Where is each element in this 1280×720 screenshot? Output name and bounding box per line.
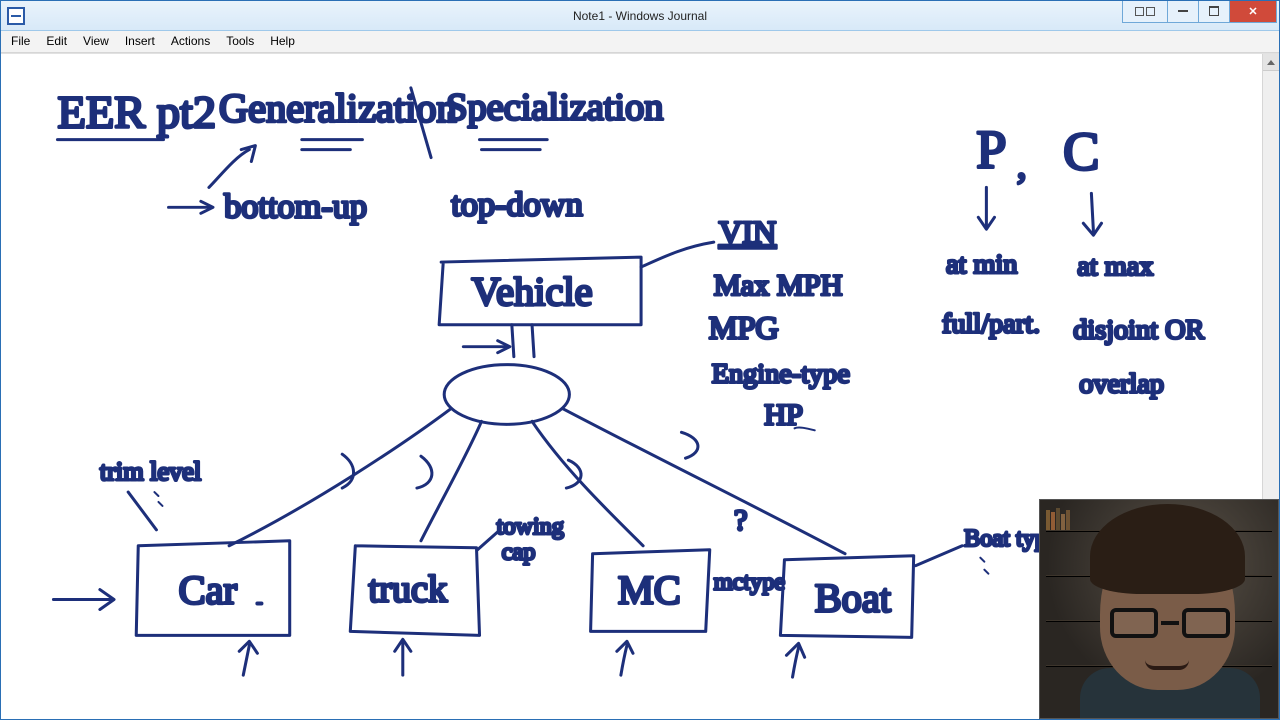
app-icon <box>7 7 25 25</box>
ink-mpg: MPG <box>709 310 779 346</box>
ink-p: P <box>976 120 1006 180</box>
menu-tools[interactable]: Tools <box>218 31 262 52</box>
ink-at-max: at max <box>1077 251 1153 282</box>
menu-insert[interactable]: Insert <box>117 31 163 52</box>
ink-full-part: full/part. <box>942 309 1040 340</box>
menu-view[interactable]: View <box>75 31 117 52</box>
journal-window: Note1 - Windows Journal ✕ File Edit View… <box>0 0 1280 720</box>
ink-bottom-up: bottom-up <box>224 188 367 225</box>
ink-at-min: at min <box>946 249 1017 280</box>
ink-disjoint-or: disjoint OR <box>1073 315 1204 346</box>
menu-file[interactable]: File <box>3 31 38 52</box>
ink-overlap: overlap <box>1079 369 1164 400</box>
ink-c: C <box>1063 122 1099 182</box>
ink-top-down: top-down <box>451 186 583 223</box>
ink-mc: MC <box>618 568 681 613</box>
maximize-button[interactable] <box>1198 1 1230 23</box>
glasses-icon <box>1110 606 1230 640</box>
page-client: EER pt2 Generalization Specialization <box>1 53 1279 719</box>
ink-mctype: mctype <box>714 570 785 596</box>
presenter-mouth <box>1145 660 1189 670</box>
ink-comma: , <box>1017 142 1027 187</box>
ink-max-mph: Max MPH <box>714 268 843 302</box>
titlebar: Note1 - Windows Journal ✕ <box>1 1 1279 31</box>
window-controls: ✕ <box>1123 1 1277 23</box>
ink-towing-l1: towing <box>497 514 564 540</box>
ink-hp: HP <box>764 398 803 432</box>
scroll-up-button[interactable] <box>1263 54 1279 71</box>
ink-heading-eer: EER pt2 <box>57 87 216 138</box>
menu-actions[interactable]: Actions <box>163 31 218 52</box>
minimize-button[interactable] <box>1167 1 1199 23</box>
ink-heading-spec: Specialization <box>446 87 663 129</box>
menubar: File Edit View Insert Actions Tools Help <box>1 31 1279 53</box>
ink-towing-l2: cap <box>502 540 536 566</box>
ink-boat: Boat <box>815 576 891 621</box>
ink-qmark: ? <box>734 503 747 537</box>
window-extra-button[interactable] <box>1122 1 1168 23</box>
ink-trim-level: trim level <box>100 457 201 486</box>
presenter-hair <box>1090 504 1245 594</box>
window-title: Note1 - Windows Journal <box>1 9 1279 23</box>
ink-truck: truck <box>368 569 448 611</box>
ink-vehicle: Vehicle <box>471 269 592 314</box>
menu-edit[interactable]: Edit <box>38 31 75 52</box>
presenter-webcam <box>1039 499 1279 719</box>
ink-car: Car <box>179 568 237 613</box>
ink-engine-type: Engine-type <box>712 359 850 390</box>
close-button[interactable]: ✕ <box>1229 1 1277 23</box>
ink-vin: VIN <box>719 214 776 250</box>
menu-help[interactable]: Help <box>262 31 303 52</box>
